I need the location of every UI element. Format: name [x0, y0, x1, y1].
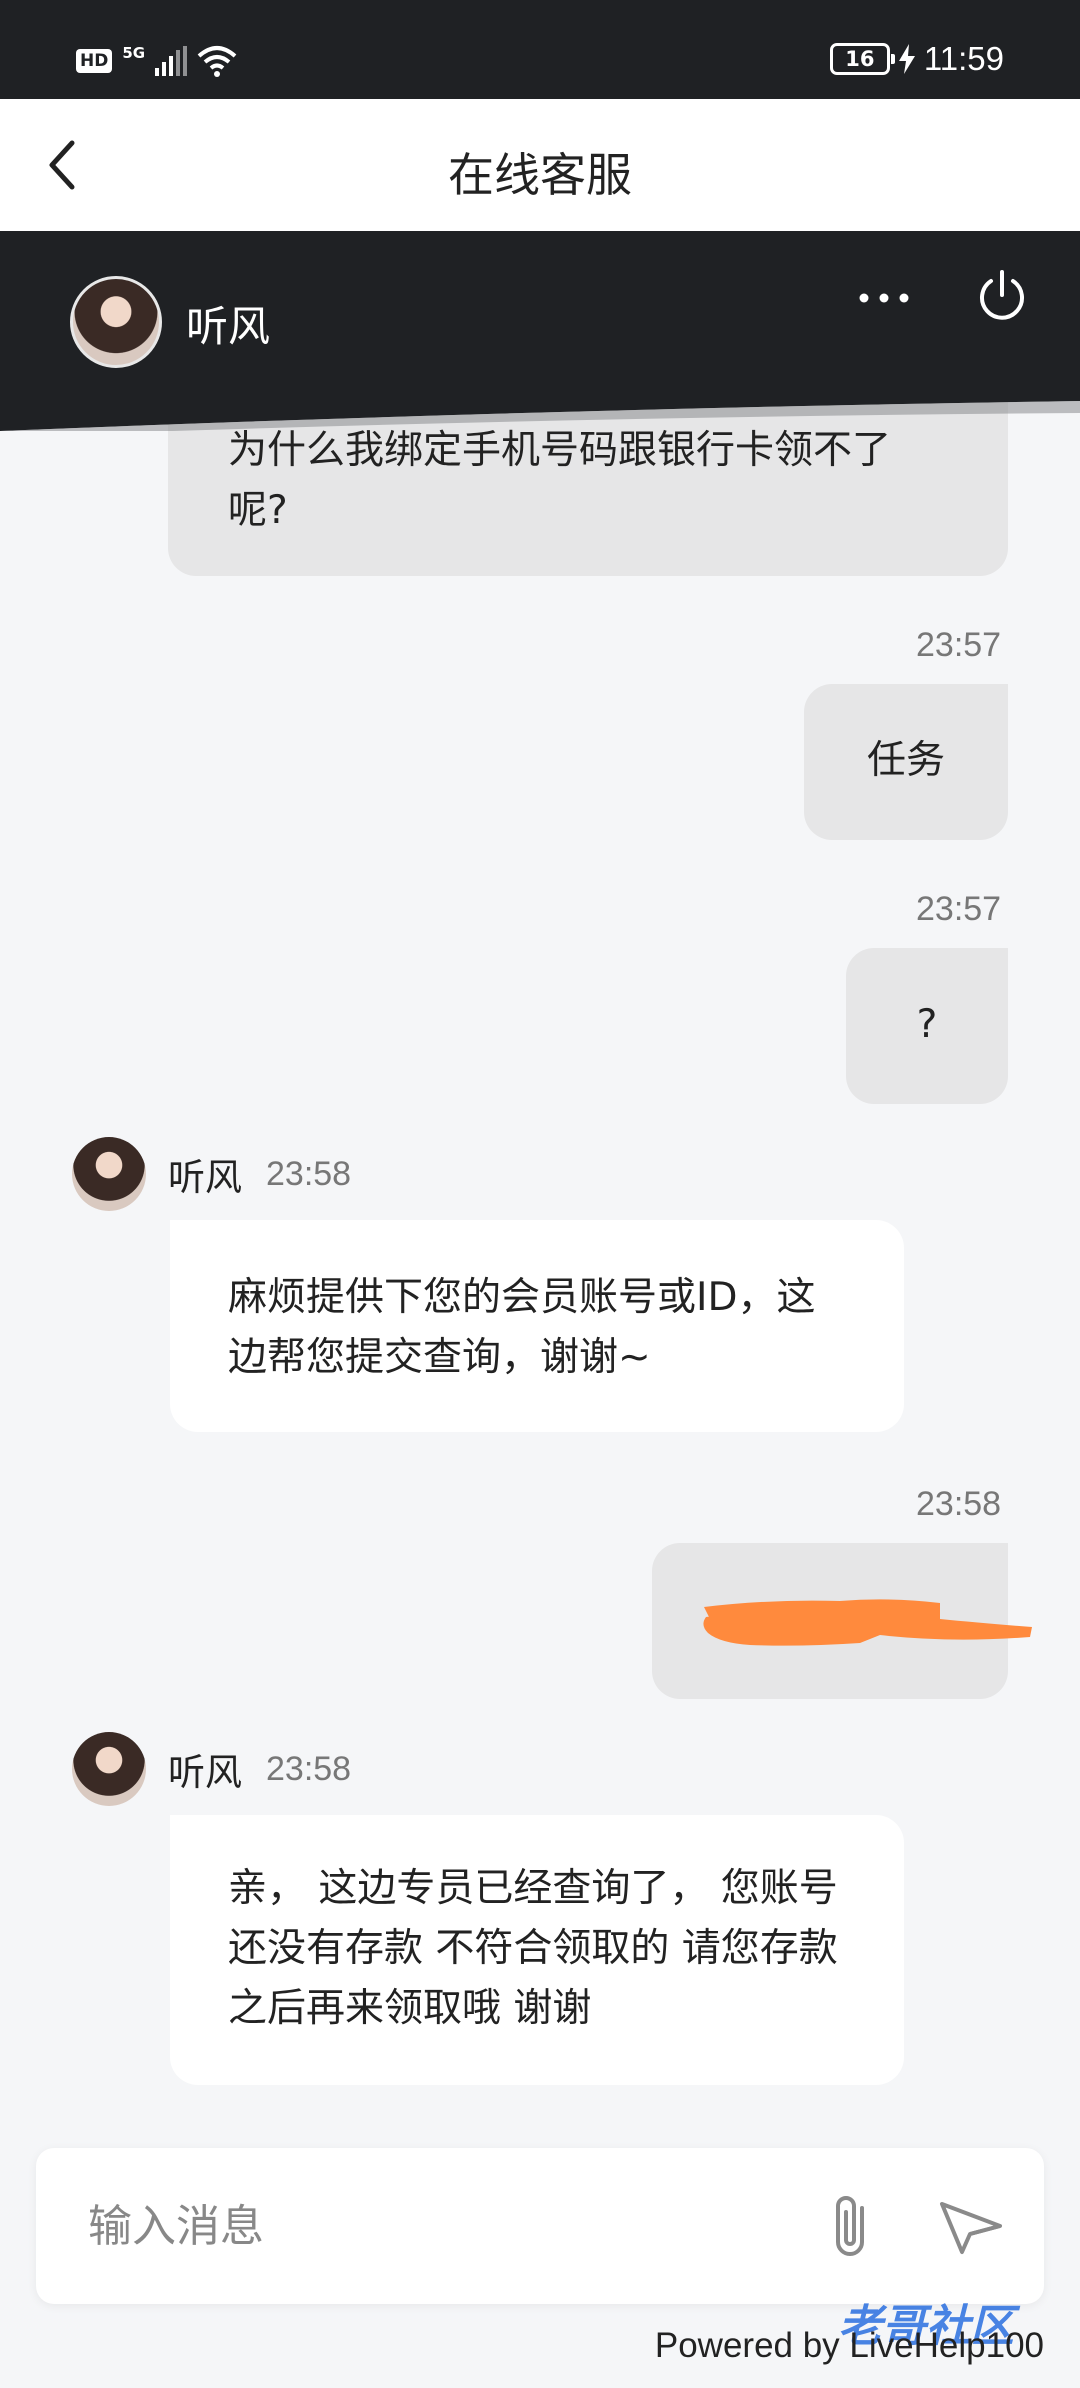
message-text: 任务 [866, 738, 945, 783]
signal-icon [155, 46, 188, 76]
message-time: 23:58 [916, 1485, 1002, 1523]
agent-name: 听风 [168, 1751, 242, 1794]
avatar[interactable] [72, 1137, 146, 1211]
message-bubble-left: 亲， 这边专员已经查询了， 您账号还没有存款 不符合领取的 请您存款之后再来领取… [170, 1815, 904, 2085]
message-input[interactable] [88, 2196, 788, 2256]
charging-icon [898, 44, 915, 74]
chat-area[interactable]: 为什么我绑定手机号码跟银行卡领不了呢? 23:57 任务 23:57 ? 听风 … [0, 231, 1080, 2131]
attach-icon[interactable] [822, 2190, 882, 2262]
message-text: ? [916, 1002, 938, 1047]
message-time: 23:57 [916, 890, 1002, 928]
network-label: 5G [122, 44, 146, 62]
agent-message-header: 听风 23:58 [72, 1732, 351, 1806]
message-time: 23:58 [266, 1749, 352, 1788]
more-icon[interactable] [856, 283, 912, 313]
agent-avatar[interactable] [70, 276, 162, 368]
battery-icon: 16 [829, 43, 895, 75]
powered-by-text: Powered by LiveHelp100 [654, 2326, 1044, 2365]
redaction-scribble [703, 1599, 1032, 1646]
clock: 11:59 [923, 40, 1004, 77]
message-time: 23:58 [266, 1154, 352, 1193]
nav-bar: 在线客服 [0, 99, 1080, 231]
agent-message-header: 听风 23:58 [72, 1137, 351, 1211]
status-left: HD 5G [76, 44, 237, 78]
message-composer [36, 2148, 1044, 2304]
agent-header-background [0, 231, 1080, 431]
agent-name: 听风 [168, 1156, 242, 1199]
message-text: 为什么我绑定手机号码跟银行卡领不了呢? [228, 428, 892, 533]
status-bar: HD 5G 16 11:59 [0, 0, 1080, 99]
message-bubble-left: 麻烦提供下您的会员账号或ID，这边帮您提交查询，谢谢~ [170, 1220, 904, 1432]
agent-name: 听风 [186, 302, 271, 351]
message-bubble-right: ? [846, 948, 1008, 1104]
message-text: 亲， 这边专员已经查询了， 您账号还没有存款 不符合领取的 请您存款之后再来领取… [228, 1866, 838, 2031]
hd-badge: HD [76, 49, 113, 73]
message-time: 23:57 [916, 626, 1002, 664]
send-icon[interactable] [936, 2194, 1006, 2258]
status-right: 16 11:59 [829, 40, 1004, 78]
message-bubble-right: 任务 [804, 684, 1008, 840]
page-title: 在线客服 [448, 148, 632, 202]
power-icon[interactable] [974, 267, 1030, 323]
avatar[interactable] [72, 1732, 146, 1806]
agent-header: 听风 [0, 231, 1080, 431]
wifi-icon [197, 46, 237, 77]
message-text: 麻烦提供下您的会员账号或ID，这边帮您提交查询，谢谢~ [228, 1275, 816, 1380]
